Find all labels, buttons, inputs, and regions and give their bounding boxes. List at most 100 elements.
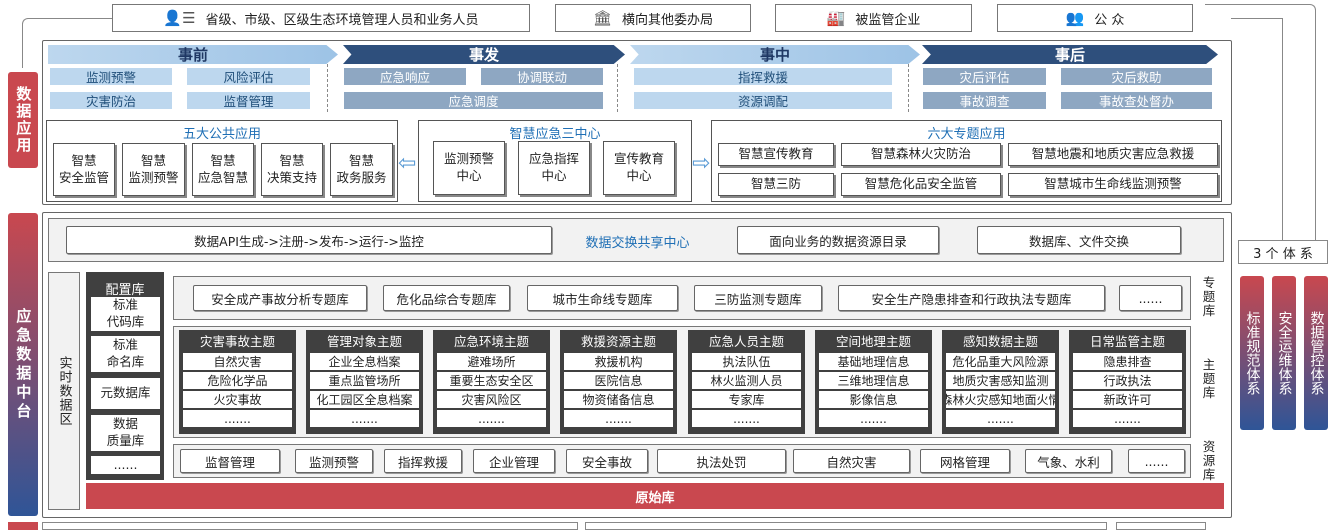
box-text: ...... [113, 456, 138, 472]
special-app-item: 智慧危化品安全监管 [841, 173, 1001, 196]
phase-divider [908, 64, 909, 112]
group-title: 六大专题应用 [927, 127, 1006, 142]
item-text: 事故调查 [959, 94, 1010, 109]
center-monitoring: 监测预警 中心 [433, 141, 505, 195]
phase-title: 事发 [468, 46, 499, 64]
theme-item: 避难场所 [437, 353, 546, 370]
box-text: 资源库 [1202, 439, 1216, 482]
box-text: 应急指挥 中心 [528, 151, 579, 183]
special-app-item: 智慧三防 [718, 173, 834, 196]
user-label: 被监管企业 [855, 12, 921, 28]
user-label: 省级、市级、区级生态环境管理人员和业务人员 [205, 12, 479, 28]
box-text: 智慧城市生命线监测预警 [1044, 176, 1182, 192]
theme-title: 空间地理主题 [835, 334, 911, 349]
box-text: 城市生命线专题库 [552, 291, 653, 307]
item-text: 灾后救助 [1111, 70, 1162, 85]
user-label: 横向其他委办局 [622, 12, 714, 28]
box-text: 气象、水利 [1037, 454, 1100, 470]
theme-item: 救援机构 [564, 353, 673, 370]
phase-title: 事后 [1054, 46, 1085, 64]
box-text: 智慧 安全监管 [58, 152, 109, 185]
phase-item: 灾害防治 [50, 92, 172, 109]
theme-item: 重要生态安全区 [437, 372, 546, 389]
user-label: 公 众 [1094, 12, 1125, 28]
factory-icon: 🏭 [826, 9, 846, 27]
special-app-item: 智慧地震和地质灾害应急救援 [1008, 143, 1218, 166]
building-icon: 🏛 [592, 9, 613, 27]
theme-item: 危险化学品 [183, 372, 292, 389]
special-lib-item: ...... [1119, 285, 1182, 311]
theme-title: 日常监管主题 [1089, 334, 1165, 349]
systems-title: 3 个 体 系 [1238, 240, 1328, 264]
user-box-bureaus: 🏛 横向其他委办局 [555, 4, 751, 32]
db-file-exchange: 数据库、文件交换 [977, 226, 1181, 254]
group-title: 五大公共应用 [182, 127, 261, 142]
phase-item: 灾后评估 [923, 68, 1046, 85]
theme-item: 医院信息 [564, 372, 673, 389]
config-item: 标准 代码库 [91, 297, 160, 331]
person-list-icon: 👤☰ [163, 9, 196, 27]
theme-title: 应急环境主题 [453, 334, 529, 349]
box-text: 数据交换共享中心 [585, 236, 690, 251]
theme-group: 应急环境主题 避难场所 重要生态安全区 灾害风险区....... [433, 330, 550, 434]
system-security: 安全运维体系 [1272, 276, 1296, 430]
resource-lib-item: 网格管理 [920, 449, 1010, 473]
box-text: 网格管理 [939, 454, 990, 470]
phase-item: 监督管理 [187, 92, 310, 109]
phase-item: 监测预警 [50, 68, 172, 85]
resource-lib-item: ...... [1128, 449, 1185, 473]
phase-item: 事故查处督办 [1061, 92, 1212, 109]
box-text: ...... [1144, 453, 1169, 469]
box-text: 智慧 应急智慧 [197, 152, 248, 185]
bottom-edge [1116, 522, 1206, 530]
bottom-edge [42, 522, 578, 530]
exchange-center-title: 数据交换共享中心 [560, 232, 715, 251]
label-text: 应急数据中台 [14, 307, 33, 422]
theme-item: ....... [564, 410, 673, 427]
theme-group: 救援资源主题 救援机构 医院信息 物资储备信息....... [560, 330, 677, 434]
people-icon: 👥 [1065, 9, 1085, 27]
item-text: 资源调配 [737, 94, 788, 109]
item-text: 指挥救援 [737, 70, 788, 85]
theme-item: ....... [310, 410, 419, 427]
theme-group: 日常监管主题 隐患排查 行政执法 新政许可....... [1069, 330, 1186, 434]
theme-item: 林火监测人员 [692, 372, 801, 389]
theme-item: ....... [183, 410, 292, 427]
config-title: 配置库 [86, 279, 164, 298]
theme-item: ....... [946, 410, 1055, 427]
user-box-public: 👥 公 众 [997, 4, 1193, 32]
phase-divider [617, 64, 618, 112]
phase-item: 事故调查 [923, 92, 1046, 109]
special-lib-item: 危化品综合专题库 [383, 285, 510, 311]
theme-item: 影像信息 [819, 391, 928, 408]
bottom-edge [585, 522, 1107, 530]
user-box-enterprises: 🏭 被监管企业 [775, 4, 972, 32]
system-data-control: 数据管控体系 [1304, 276, 1328, 430]
item-text: 风险评估 [223, 70, 274, 85]
phase-item: 指挥救援 [634, 68, 892, 85]
box-text: 智慧 监测预警 [128, 152, 179, 185]
box-text: 三防监测专题库 [714, 291, 802, 307]
theme-item: 火灾事故 [183, 391, 292, 408]
realtime-data-area: 实时数据区 [48, 272, 80, 510]
bottom-edge [8, 522, 38, 530]
group-title: 智慧应急三中心 [509, 127, 601, 142]
user-box-staff: 👤☰ 省级、市级、区级生态环境管理人员和业务人员 [112, 4, 530, 32]
public-app-monitoring: 智慧 监测预警 [122, 143, 185, 196]
phase-item: 灾后救助 [1061, 68, 1212, 85]
resource-lib-item: 自然灾害 [793, 449, 910, 473]
box-text: 主题库 [1202, 357, 1216, 400]
config-item: 元数据库 [91, 378, 160, 409]
theme-title: 灾害事故主题 [199, 334, 275, 349]
phase-during: 事中 [630, 45, 920, 64]
theme-item: 灾害风险区 [437, 391, 546, 408]
theme-item: ....... [692, 410, 801, 427]
item-text: 灾害防治 [85, 94, 136, 109]
theme-title: 应急人员主题 [708, 334, 784, 349]
theme-item: 执法队伍 [692, 353, 801, 370]
item-text: 监测预警 [85, 70, 136, 85]
theme-item: 化工园区全息档案 [310, 391, 419, 408]
center-education: 宣传教育 中心 [603, 141, 675, 195]
box-text: 专题库 [1202, 275, 1216, 318]
box-text: 安全成产事故分析专题库 [211, 291, 349, 307]
